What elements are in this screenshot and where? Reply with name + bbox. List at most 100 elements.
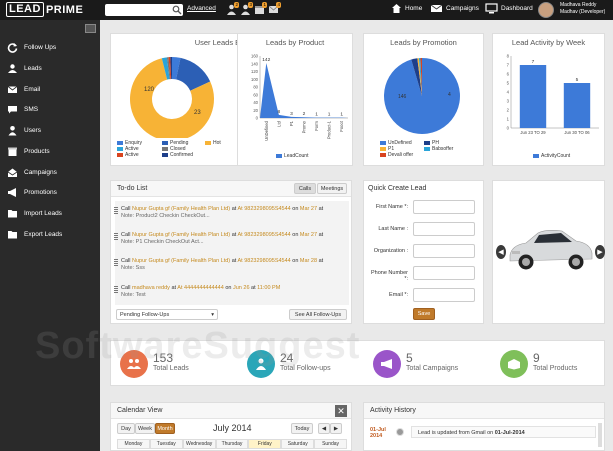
sidebar-item-email[interactable]: Email xyxy=(0,80,100,98)
calendar-prev-button[interactable]: ◀ xyxy=(318,423,330,434)
todo-header: To-do List Calls Meetings xyxy=(111,181,351,197)
carousel-next-button[interactable]: ▶ xyxy=(595,245,605,259)
campaigns-icon xyxy=(430,4,443,12)
sidebar-item-label: Campaigns xyxy=(24,168,57,176)
activity-scrollbar[interactable] xyxy=(598,423,602,447)
donut-label-120: 120 xyxy=(144,87,155,93)
sidebar-item-label: Leads xyxy=(24,64,42,72)
follow-up-filter-select[interactable]: Pending Follow-Ups ▾ xyxy=(116,309,218,320)
product-legend: LeadCount xyxy=(276,153,308,159)
tab-meetings[interactable]: Meetings xyxy=(317,183,347,194)
sidebar-item-products[interactable]: Products xyxy=(0,142,100,160)
legend-item: Devali offer xyxy=(380,152,413,158)
stat-label: Total Leads xyxy=(153,365,189,372)
y-tick-label: 3 xyxy=(507,99,510,104)
week-chart-card: Lead Activity by Week 8 7 6 5 4 3 2 1 0 7 Jun 23 T… xyxy=(492,33,605,166)
carousel-prev-button[interactable]: ◀ xyxy=(496,245,506,259)
stat-label: Total Campaigns xyxy=(406,365,459,372)
box-icon xyxy=(6,145,18,157)
logo-text: PRIME xyxy=(45,3,84,16)
drag-handle[interactable] xyxy=(114,286,118,293)
people-notification-icon[interactable]: 2 xyxy=(226,2,239,16)
avatar[interactable] xyxy=(538,2,554,18)
activity-title: Activity History xyxy=(370,407,416,414)
calendar-card: Calendar View ✕ Day Week Month July 2014… xyxy=(110,402,352,451)
sidebar-item-follow-ups[interactable]: Follow Ups xyxy=(0,38,100,56)
calendar-day-button[interactable]: Day xyxy=(117,423,135,434)
user-role: Madhav (Developer) xyxy=(560,9,606,15)
legend-item: Confirmed xyxy=(162,152,193,158)
sidebar-item-label: Email xyxy=(24,85,41,93)
drag-handle[interactable] xyxy=(114,259,118,266)
sidebar-item-export-leads[interactable]: Export Leads xyxy=(0,225,100,243)
search-icon[interactable] xyxy=(172,5,182,15)
save-button[interactable]: Save xyxy=(413,308,435,320)
tab-calls[interactable]: Calls xyxy=(294,183,316,194)
bar[interactable] xyxy=(563,83,591,128)
last-name-field[interactable] xyxy=(413,222,475,236)
drag-handle[interactable] xyxy=(114,233,118,240)
drag-handle[interactable] xyxy=(114,207,118,214)
calendar-next-button[interactable]: ▶ xyxy=(330,423,342,434)
activity-text: Lead is updated from Gmail on xyxy=(418,430,495,436)
list-item[interactable]: Call Nupur Gupta gf (Family Health Plan … xyxy=(114,258,349,271)
data-label: 2 xyxy=(303,111,306,117)
leads-notification-icon[interactable]: 3 xyxy=(240,2,253,16)
chevron-left-icon: ◀ xyxy=(498,249,504,256)
x-tick-label: Ltd xyxy=(276,120,281,126)
sidebar-item-leads[interactable]: Leads xyxy=(0,59,100,77)
y-tick-label: 120 xyxy=(251,69,259,74)
quick-create-lead-title: Quick Create Lead xyxy=(368,185,427,192)
sidebar-item-sms[interactable]: SMS xyxy=(0,100,100,118)
see-all-follow-ups-button[interactable]: See All Follow-Ups xyxy=(289,309,347,320)
data-label: 7 xyxy=(532,59,535,65)
sidebar-toggle-button[interactable] xyxy=(85,24,96,33)
calendar-title: Calendar View xyxy=(117,407,163,414)
calendar-month-button[interactable]: Month xyxy=(155,423,175,434)
nav-home-label: Home xyxy=(405,5,423,12)
bar[interactable] xyxy=(519,65,547,128)
messages-notification-icon[interactable]: 4 xyxy=(268,2,281,16)
chat-icon xyxy=(6,103,18,115)
calendar-notification-icon[interactable]: 1 xyxy=(254,2,267,16)
sidebar-item-users[interactable]: Users xyxy=(0,121,100,139)
notification-badge: 2 xyxy=(234,2,239,8)
first-name-label: First Name *: xyxy=(375,204,408,210)
calendar-week-button[interactable]: Week xyxy=(135,423,155,434)
first-name-field[interactable] xyxy=(413,200,475,214)
y-tick-label: 80 xyxy=(253,85,258,90)
sidebar-item-promotions[interactable]: Promotions xyxy=(0,183,100,201)
advanced-search-link[interactable]: Advanced xyxy=(187,5,216,12)
sidebar-item-campaigns[interactable]: Campaigns xyxy=(0,163,100,181)
nav-dashboard[interactable]: Dashboard xyxy=(485,3,533,14)
organization-field[interactable] xyxy=(413,244,475,258)
email-field[interactable] xyxy=(413,288,475,302)
car-image xyxy=(509,230,593,270)
todo-note: Note: P1 Checkin CheckOut Act... xyxy=(121,238,204,245)
y-tick-label: 6 xyxy=(507,72,510,77)
sidebar-item-label: Follow Ups xyxy=(24,43,57,51)
nav-home[interactable]: Home xyxy=(391,3,422,14)
product-carousel-card: ◀ ▶ xyxy=(492,180,605,324)
stat-label: Total Products xyxy=(533,365,578,372)
logo[interactable]: LEAD PRIME xyxy=(6,2,83,17)
close-icon[interactable]: ✕ xyxy=(335,405,347,417)
box-icon xyxy=(500,350,528,378)
list-item[interactable]: Call madhava reddy at At 4444444444444 o… xyxy=(114,285,349,298)
phone-number-field[interactable] xyxy=(413,266,475,280)
sidebar-item-label: Import Leads xyxy=(24,209,62,217)
nav-campaigns[interactable]: Campaigns xyxy=(430,3,479,14)
folder-export-icon xyxy=(6,228,18,240)
user-menu[interactable]: Madhava Reddy Madhav (Developer) xyxy=(560,2,605,16)
y-tick-label: 1 xyxy=(507,117,510,122)
calendar-today-button[interactable]: Today xyxy=(291,423,313,434)
weekday-label: Friday xyxy=(248,439,282,449)
list-item[interactable]: Call Nupur Gupta gf (Family Health Plan … xyxy=(114,206,349,219)
product-bar-chart: 160 140 120 100 80 60 40 20 0 142 UnDefined 8 Ltd 3 P1… xyxy=(251,54,348,141)
x-tick-label: Product-1 xyxy=(327,120,332,139)
todo-note: Note: Product2 Checkin CheckOut... xyxy=(121,212,210,219)
promotion-pie-chart: 146 4 xyxy=(384,58,460,134)
list-item[interactable]: Call Nupur Gupta gf (Family Health Plan … xyxy=(114,232,349,245)
phone-number-label: Phone Number *: xyxy=(371,270,408,282)
sidebar-item-import-leads[interactable]: Import Leads xyxy=(0,204,100,222)
